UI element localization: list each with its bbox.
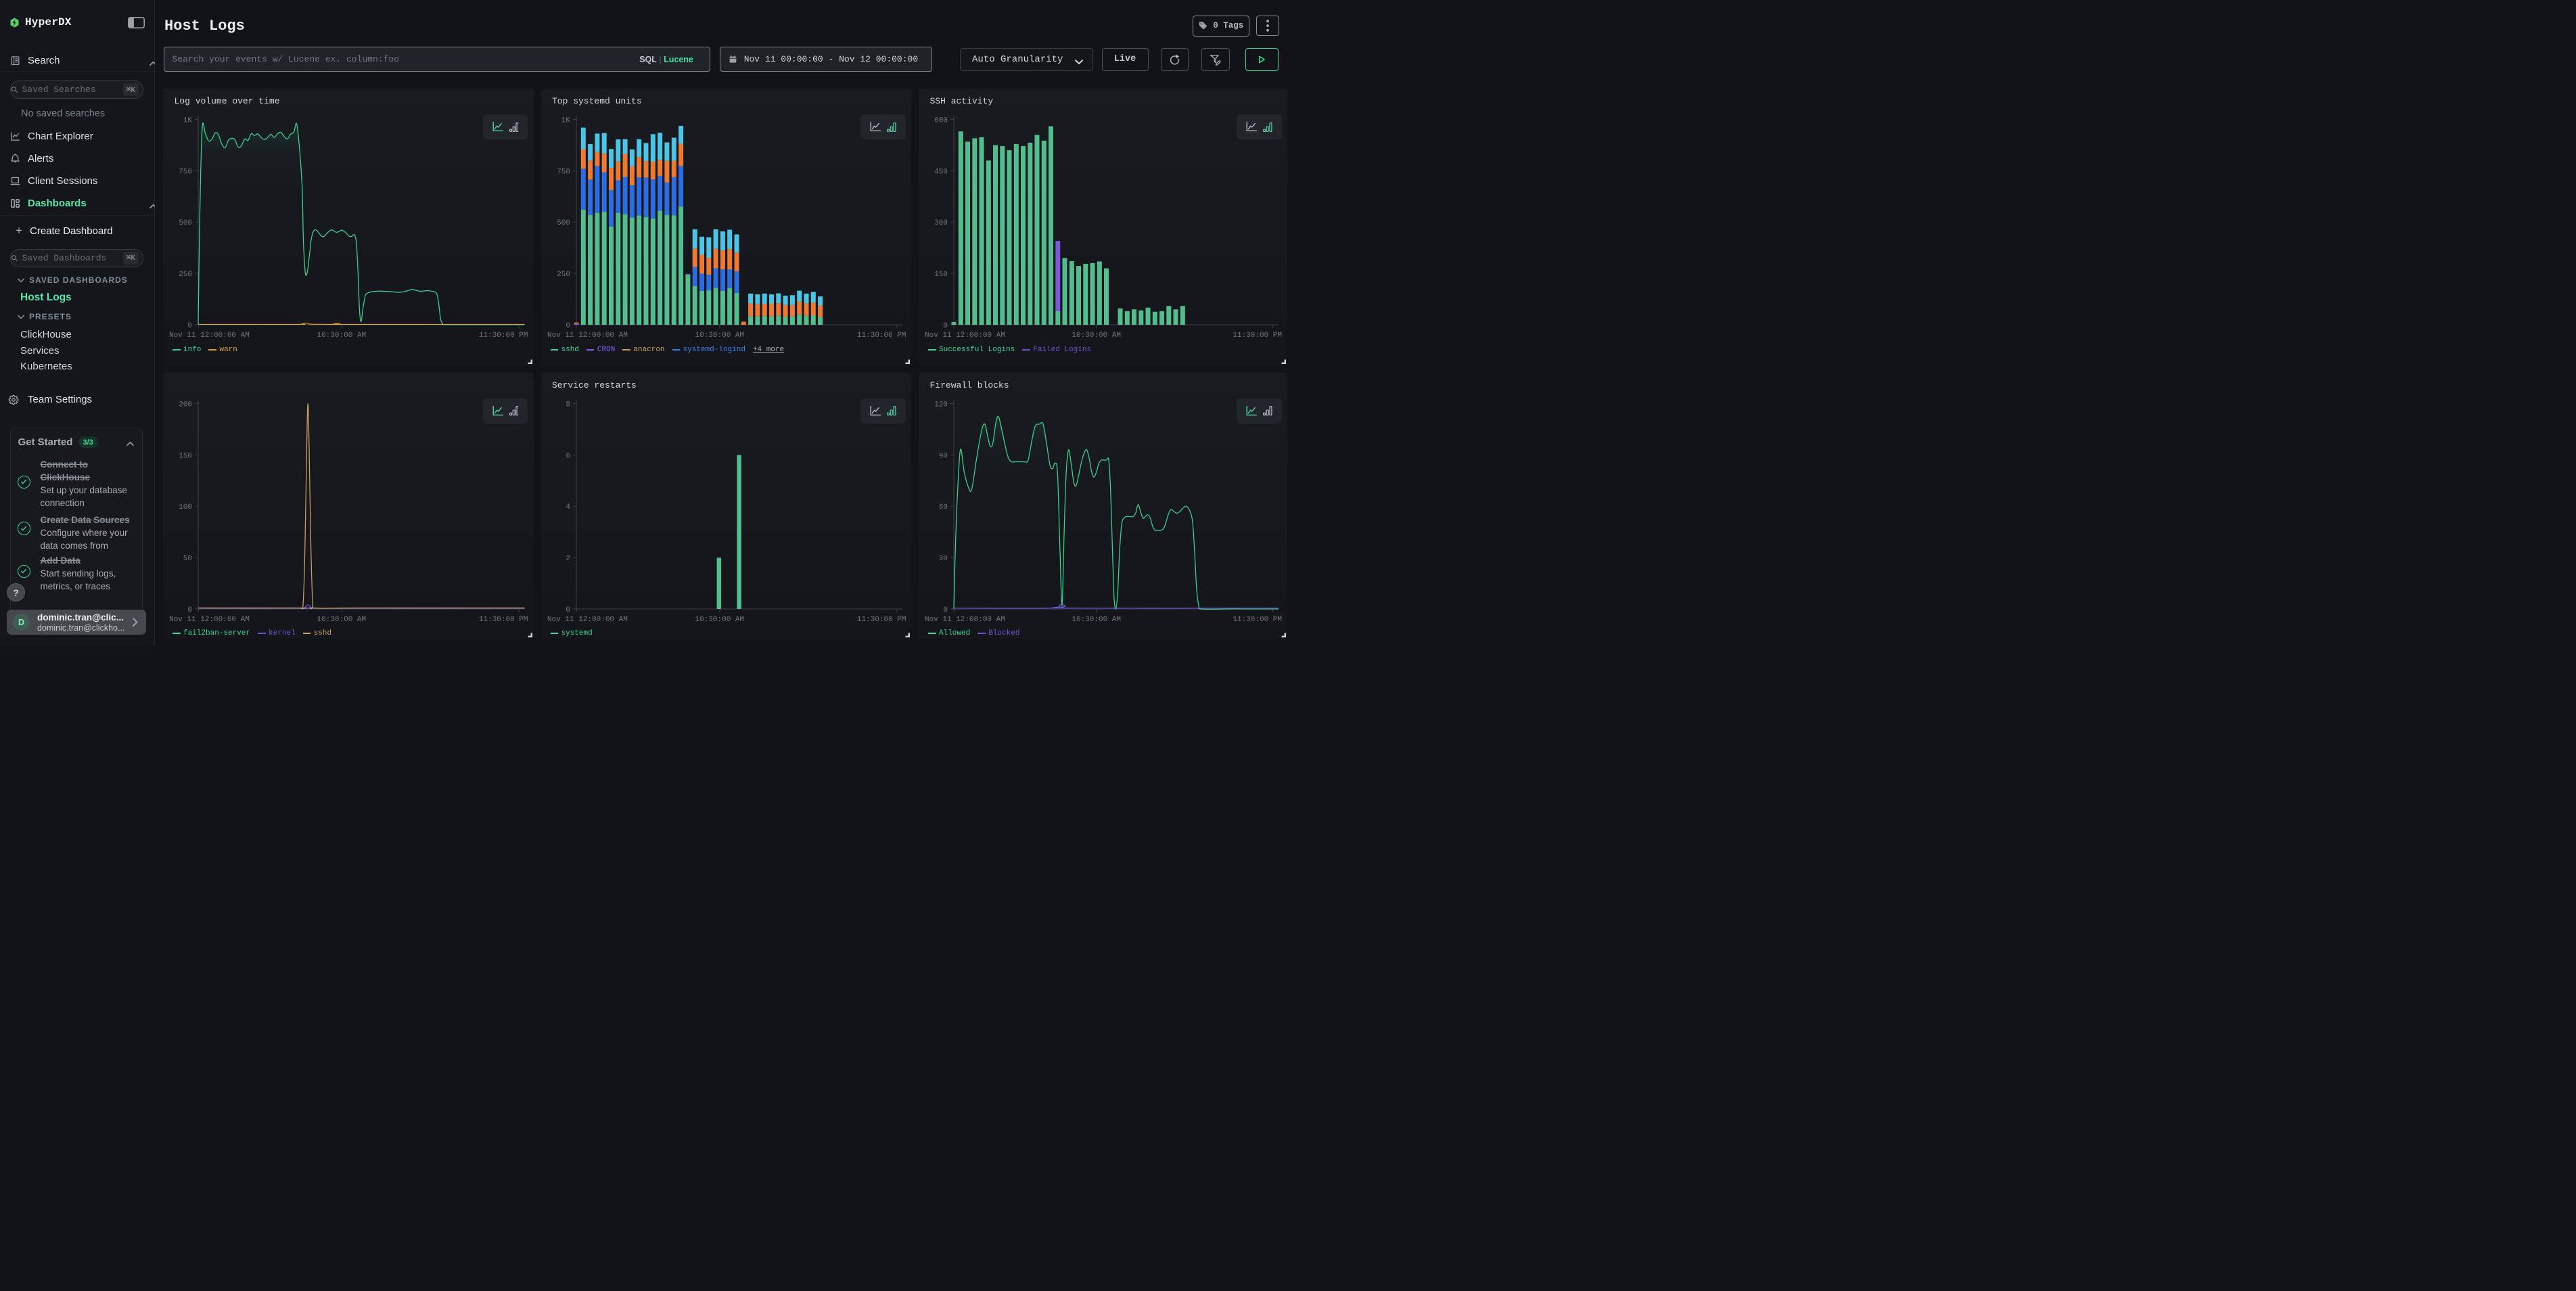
svg-text:50: 50: [183, 555, 192, 563]
svg-text:200: 200: [179, 401, 192, 409]
svg-text:Nov 11 12:00:00 AM: Nov 11 12:00:00 AM: [925, 332, 1005, 340]
svg-text:10:30:00 AM: 10:30:00 AM: [317, 616, 366, 624]
svg-text:300: 300: [934, 219, 948, 227]
svg-text:Nov 11 12:00:00 AM: Nov 11 12:00:00 AM: [547, 616, 628, 624]
svg-text:250: 250: [179, 271, 192, 279]
svg-text:60: 60: [939, 503, 948, 512]
svg-text:Nov 11 12:00:00 AM: Nov 11 12:00:00 AM: [547, 332, 628, 340]
svg-text:4: 4: [566, 503, 570, 512]
svg-text:0: 0: [566, 322, 570, 330]
svg-text:600: 600: [934, 117, 948, 125]
svg-text:11:30:00 PM: 11:30:00 PM: [1233, 616, 1282, 624]
svg-text:1K: 1K: [183, 117, 193, 125]
svg-text:8: 8: [566, 401, 570, 409]
svg-text:10:30:00 AM: 10:30:00 AM: [1072, 332, 1121, 340]
svg-text:250: 250: [557, 271, 570, 279]
svg-text:Nov 11 12:00:00 AM: Nov 11 12:00:00 AM: [925, 616, 1005, 624]
svg-text:450: 450: [934, 168, 948, 176]
svg-text:6: 6: [566, 452, 570, 460]
svg-text:120: 120: [934, 401, 948, 409]
svg-text:2: 2: [566, 555, 570, 563]
svg-text:90: 90: [939, 452, 948, 460]
svg-text:0: 0: [943, 606, 948, 614]
svg-text:150: 150: [934, 271, 948, 279]
svg-text:10:30:00 AM: 10:30:00 AM: [317, 332, 366, 340]
svg-text:Nov 11 12:00:00 AM: Nov 11 12:00:00 AM: [169, 616, 250, 624]
svg-text:11:30:00 PM: 11:30:00 PM: [479, 332, 528, 340]
svg-text:0: 0: [943, 322, 948, 330]
svg-text:750: 750: [179, 168, 192, 176]
svg-text:750: 750: [557, 168, 570, 176]
svg-text:11:30:00 PM: 11:30:00 PM: [479, 616, 528, 624]
svg-text:500: 500: [179, 219, 192, 227]
svg-text:11:30:00 PM: 11:30:00 PM: [1233, 332, 1282, 340]
svg-text:100: 100: [179, 503, 192, 512]
svg-text:150: 150: [179, 452, 192, 460]
svg-text:11:30:00 PM: 11:30:00 PM: [856, 616, 906, 624]
svg-text:0: 0: [566, 606, 570, 614]
svg-text:500: 500: [557, 219, 570, 227]
svg-text:0: 0: [187, 606, 192, 614]
svg-text:10:30:00 AM: 10:30:00 AM: [1072, 616, 1121, 624]
svg-text:0: 0: [187, 322, 192, 330]
svg-text:11:30:00 PM: 11:30:00 PM: [856, 332, 906, 340]
svg-text:10:30:00 AM: 10:30:00 AM: [695, 616, 744, 624]
svg-text:1K: 1K: [561, 117, 570, 125]
svg-text:Nov 11 12:00:00 AM: Nov 11 12:00:00 AM: [169, 332, 250, 340]
svg-text:30: 30: [939, 555, 948, 563]
svg-text:10:30:00 AM: 10:30:00 AM: [695, 332, 744, 340]
